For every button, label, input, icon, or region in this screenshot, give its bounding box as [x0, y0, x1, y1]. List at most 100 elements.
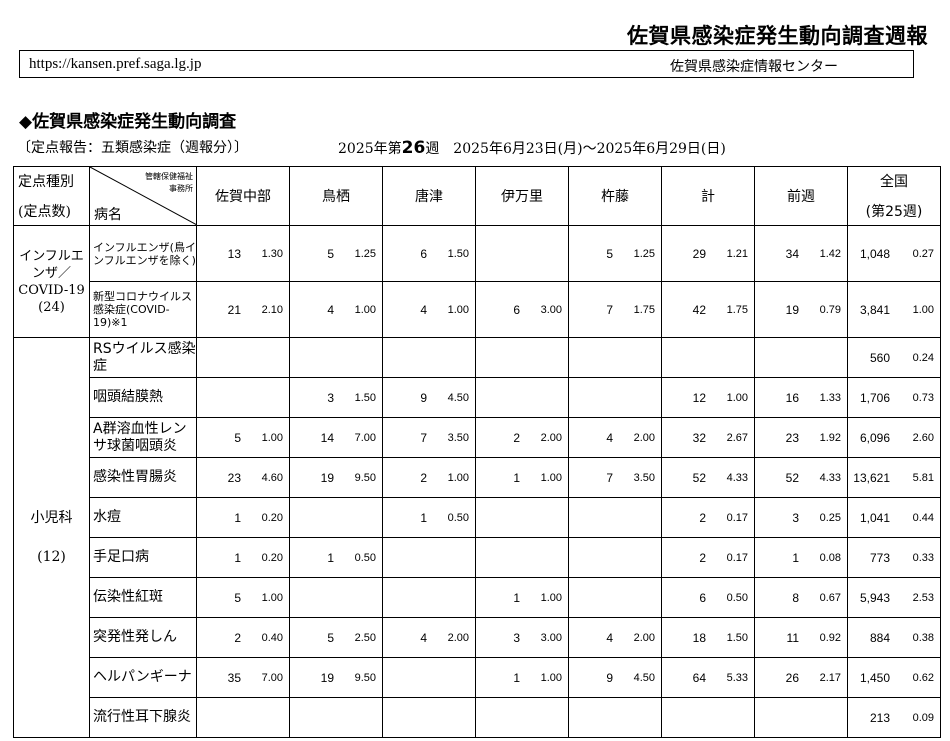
case-count: 884: [869, 630, 890, 645]
value-cell: 35 7.00: [196, 657, 290, 698]
per-sentinel-rate: 9.50: [354, 471, 376, 484]
per-sentinel-rate: 2.00: [633, 431, 655, 444]
case-count: 5: [327, 246, 334, 261]
value-cell: 19 0.79: [754, 281, 848, 338]
disease-name: 水痘: [89, 497, 197, 538]
period-prefix: 2025年第: [338, 141, 402, 157]
value-cell: 3 1.50: [289, 377, 383, 418]
value-cell: 2 0.17: [661, 497, 755, 538]
per-sentinel-rate: 1.00: [912, 303, 934, 316]
value-cell: 1 1.00: [475, 577, 569, 618]
office-label-2: 事務所: [169, 184, 193, 193]
per-sentinel-rate: 0.33: [912, 551, 934, 564]
value-cell: 16 1.33: [754, 377, 848, 418]
site-url[interactable]: https://kansen.pref.saga.lg.jp: [29, 56, 201, 73]
table-row: 伝染性紅斑 5 1.00 1 1.00 6 0.50 8 0.67 5,943 2.53: [14, 577, 941, 618]
per-sentinel-rate: 0.24: [912, 351, 934, 364]
value-cell: 12 1.00: [661, 377, 755, 418]
per-sentinel-rate: 1.21: [726, 247, 748, 260]
value-cell: 2 0.40: [196, 617, 290, 658]
header-region: 唐津: [382, 166, 476, 226]
value-cell: 7 3.50: [568, 457, 662, 498]
per-sentinel-rate: 3.00: [540, 631, 562, 644]
per-sentinel-rate: 1.00: [447, 303, 469, 316]
case-count: 16: [785, 390, 799, 405]
case-count: 1: [513, 590, 520, 605]
report-period: 2025年第26週 2025年6月23日(月)～2025年6月29日(日): [338, 138, 726, 158]
per-sentinel-rate: 1.75: [633, 303, 655, 316]
case-count: 7: [606, 302, 613, 317]
disease-name: RSウイルス感染症: [89, 337, 197, 378]
value-cell: 6 0.50: [661, 577, 755, 618]
value-cell: [475, 377, 569, 418]
national-cell: 1,048 0.27: [847, 225, 941, 282]
case-count: 4: [606, 630, 613, 645]
value-cell: 26 2.17: [754, 657, 848, 698]
case-count: 1: [327, 550, 334, 565]
value-cell: 2 0.17: [661, 537, 755, 578]
per-sentinel-rate: 1.00: [447, 471, 469, 484]
case-count: 1: [234, 550, 241, 565]
value-cell: [661, 697, 755, 738]
national-week: (第25週): [865, 204, 923, 220]
per-sentinel-rate: 7.00: [261, 671, 283, 684]
case-count: 1: [420, 510, 427, 525]
value-cell: [475, 225, 569, 282]
value-cell: 18 1.50: [661, 617, 755, 658]
disease-name: 手足口病: [89, 537, 197, 578]
table-header-row: 定点種別 (定点数) 管轄保健福祉 事務所 病名 佐賀中部 鳥栖 唐津 伊万里 …: [13, 166, 941, 226]
case-count: 32: [692, 430, 706, 445]
value-cell: 4 2.00: [568, 617, 662, 658]
value-cell: [382, 337, 476, 378]
table-row: 新型コロナウイルス感染症(COVID-19)※1 21 2.10 4 1.00 4 1.00…: [14, 281, 941, 338]
case-count: 9: [606, 670, 613, 685]
header-region: 鳥栖: [289, 166, 383, 226]
case-count: 1: [234, 510, 241, 525]
case-count: 1: [513, 470, 520, 485]
per-sentinel-rate: 2.17: [819, 671, 841, 684]
case-count: 7: [606, 470, 613, 485]
value-cell: 3 3.00: [475, 617, 569, 658]
value-cell: 7 1.75: [568, 281, 662, 338]
case-count: 3: [327, 390, 334, 405]
table-row: インフルエンザ／COVID-19 (24) インフルエンザ(鳥インフルエンザを除く)…: [13, 225, 941, 338]
case-count: 213: [869, 710, 890, 725]
case-count: 64: [692, 670, 706, 685]
value-cell: [661, 337, 755, 378]
value-cell: 11 0.92: [754, 617, 848, 658]
per-sentinel-rate: 5.33: [726, 671, 748, 684]
per-sentinel-rate: 1.42: [819, 247, 841, 260]
case-count: 29: [692, 246, 706, 261]
value-cell: 4 2.00: [382, 617, 476, 658]
value-cell: 5 1.00: [196, 417, 290, 458]
value-cell: 1 0.50: [289, 537, 383, 578]
per-sentinel-rate: 0.50: [354, 551, 376, 564]
case-count: 12: [692, 390, 706, 405]
per-sentinel-rate: 0.92: [819, 631, 841, 644]
per-sentinel-rate: 1.00: [540, 591, 562, 604]
case-count: 6: [420, 246, 427, 261]
value-cell: 9 4.50: [568, 657, 662, 698]
value-cell: [196, 377, 290, 418]
value-cell: 4 2.00: [568, 417, 662, 458]
per-sentinel-rate: 0.73: [912, 391, 934, 404]
case-count: 5: [234, 590, 241, 605]
header-total: 計: [661, 166, 755, 226]
per-sentinel-rate: 5.81: [912, 471, 934, 484]
table-row: 水痘 1 0.20 1 0.50 2 0.17 3 0.25 1,041 0.44: [14, 497, 941, 538]
per-sentinel-rate: 7.00: [354, 431, 376, 444]
disease-name: 突発性発しん: [89, 617, 197, 658]
case-count: 6: [513, 302, 520, 317]
value-cell: [475, 537, 569, 578]
value-cell: 19 9.50: [289, 657, 383, 698]
case-count: 34: [785, 246, 799, 261]
per-sentinel-rate: 0.20: [261, 551, 283, 564]
per-sentinel-rate: 0.50: [726, 591, 748, 604]
table-row: 手足口病 1 0.20 1 0.50 2 0.17 1 0.08 773 0.33: [14, 537, 941, 578]
per-sentinel-rate: 0.20: [261, 511, 283, 524]
category-count: (24): [38, 299, 65, 315]
national-cell: 6,096 2.60: [847, 417, 941, 458]
surveillance-table: 定点種別 (定点数) 管轄保健福祉 事務所 病名 佐賀中部 鳥栖 唐津 伊万里 …: [13, 166, 941, 738]
table-row: 流行性耳下腺炎 213 0.09: [14, 697, 941, 738]
case-count: 1: [792, 550, 799, 565]
